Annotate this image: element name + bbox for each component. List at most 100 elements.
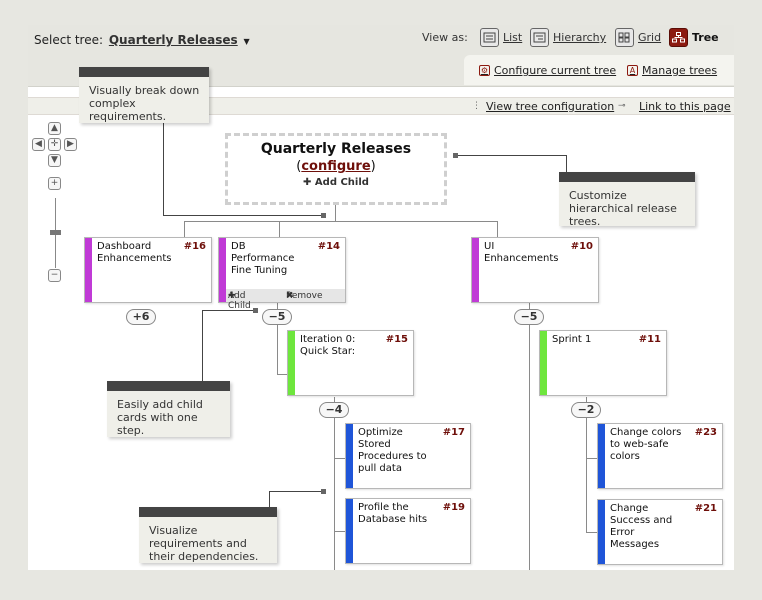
card-number: #19 xyxy=(442,502,465,513)
link-to-page[interactable]: Link to this page xyxy=(639,100,731,113)
manage-trees-link[interactable]: A Manage trees xyxy=(627,64,717,77)
callout-pointer xyxy=(163,123,164,215)
collapse-toggle-11[interactable]: −2 xyxy=(571,402,601,418)
zoom-in-button[interactable]: + xyxy=(48,177,61,190)
card-23[interactable]: Change colors to web-safe colors #23 xyxy=(597,423,723,489)
collapse-toggle-10[interactable]: −5 xyxy=(514,309,544,325)
tree-dropdown[interactable]: Quarterly Releases xyxy=(109,33,238,47)
card-14[interactable]: DB Performance Fine Tuning #14 ✚ Add Chil… xyxy=(218,237,346,311)
card-number: #14 xyxy=(317,241,340,252)
card-19[interactable]: Profile the Database hits #19 xyxy=(345,498,471,564)
view-grid-label: Grid xyxy=(638,31,662,44)
hierarchy-icon xyxy=(530,28,549,47)
view-list-option[interactable]: List xyxy=(480,28,522,47)
card-stripe xyxy=(598,500,605,564)
root-title: Quarterly Releases xyxy=(260,141,412,157)
root-node[interactable]: Quarterly Releases (configure) ✚ Add Chi… xyxy=(225,133,447,205)
configure-link[interactable]: configure xyxy=(301,159,370,174)
card-title: Dashboard Enhancements xyxy=(97,241,172,264)
card-stripe xyxy=(540,331,547,395)
view-grid-option[interactable]: Grid xyxy=(615,28,661,47)
callout-pin xyxy=(253,308,258,313)
callout-pointer xyxy=(269,491,322,492)
card-number: #11 xyxy=(638,334,661,345)
select-tree-label: Select tree: xyxy=(34,33,104,47)
card-17[interactable]: Optimize Stored Procedures to pull data … xyxy=(345,423,471,489)
pan-left-button[interactable]: ◀ xyxy=(32,138,45,151)
card-title: Change colors to web-safe colors xyxy=(610,427,682,462)
connector-line xyxy=(497,221,498,237)
connector-line xyxy=(335,205,336,221)
card-stripe xyxy=(346,499,353,563)
card-16[interactable]: Dashboard Enhancements #16 xyxy=(84,237,212,303)
card-number: #21 xyxy=(694,503,717,514)
card-title: Change Success and Error Messages xyxy=(610,503,673,550)
connector-line xyxy=(184,221,497,222)
tree-manage-icon: A xyxy=(627,65,638,76)
root-add-child-button[interactable]: ✚ Add Child xyxy=(228,177,444,188)
gear-icon: ⚙ xyxy=(479,65,490,76)
pan-center-button[interactable]: ✛ xyxy=(48,138,61,151)
connector-line xyxy=(334,397,335,570)
card-stripe xyxy=(346,424,353,488)
card-stripe xyxy=(219,238,226,302)
select-tree[interactable]: Select tree: Quarterly Releases ▼ xyxy=(34,33,250,47)
list-icon xyxy=(480,28,499,47)
collapse-toggle-15[interactable]: −4 xyxy=(319,402,349,418)
card-stripe xyxy=(598,424,605,488)
connector-line xyxy=(586,458,597,459)
grid-icon xyxy=(615,28,634,47)
card-number: #23 xyxy=(694,427,717,438)
view-tree-option[interactable]: Tree xyxy=(669,28,719,47)
connector-line xyxy=(334,531,345,532)
callout-visualize: Visualize requirements and their depende… xyxy=(139,507,277,563)
card-number: #17 xyxy=(442,427,465,438)
view-list-label: List xyxy=(503,31,523,44)
card-number: #15 xyxy=(385,334,408,345)
callout-add-child: Easily add child cards with one step. xyxy=(107,381,230,437)
zoom-out-button[interactable]: − xyxy=(48,269,61,282)
pan-right-button[interactable]: ▶ xyxy=(64,138,77,151)
callout-pin xyxy=(453,153,458,158)
tree-icon xyxy=(669,28,688,47)
connector-line xyxy=(184,221,185,237)
callout-customize: Customize hierarchical release trees. xyxy=(559,172,695,228)
card-title: Iteration 0: Quick Star: xyxy=(300,334,356,357)
connector-line xyxy=(529,303,530,570)
callout-pointer xyxy=(269,491,270,507)
plus-icon: ✚ xyxy=(303,177,312,188)
card-title: Sprint 1 xyxy=(552,334,592,345)
zoom-slider-thumb[interactable] xyxy=(50,230,61,235)
view-tree-label: Tree xyxy=(692,31,719,44)
view-tree-configuration-link[interactable]: View tree configuration xyxy=(486,100,614,113)
callout-pin xyxy=(321,213,326,218)
root-configure: (configure) xyxy=(296,159,376,174)
tree-view-frame: Select tree: Quarterly Releases ▼ View a… xyxy=(28,25,734,570)
card-stripe xyxy=(288,331,295,395)
card-stripe xyxy=(85,238,92,302)
connector-line xyxy=(279,221,280,237)
callout-pointer xyxy=(202,310,254,311)
callout-pin xyxy=(321,489,326,494)
card-title: UI Enhancements xyxy=(484,241,559,264)
connector-line xyxy=(586,532,597,533)
expand-toggle-16[interactable]: +6 xyxy=(126,309,156,325)
card-title: DB Performance Fine Tuning xyxy=(231,241,295,276)
pan-down-button[interactable]: ▼ xyxy=(48,154,61,167)
pan-up-button[interactable]: ▲ xyxy=(48,122,61,135)
card-11[interactable]: Sprint 1 #11 xyxy=(539,330,667,396)
card-10[interactable]: UI Enhancements #10 xyxy=(471,237,599,303)
callout-pointer xyxy=(202,310,203,382)
callout-pointer xyxy=(566,155,567,173)
card-actions: ✚ Add Child ✖ Remove xyxy=(226,289,345,311)
card-15[interactable]: Iteration 0: Quick Star: #15 xyxy=(287,330,414,396)
chevron-down-icon[interactable]: ▼ xyxy=(244,37,250,46)
card-title: Optimize Stored Procedures to pull data xyxy=(358,427,427,474)
view-hierarchy-option[interactable]: Hierarchy xyxy=(530,28,606,47)
callout-pointer xyxy=(456,155,566,156)
card-21[interactable]: Change Success and Error Messages #21 xyxy=(597,499,723,565)
connector-line xyxy=(334,458,345,459)
collapse-toggle-14[interactable]: −5 xyxy=(262,309,292,325)
card-number: #10 xyxy=(570,241,593,252)
configure-tree-link[interactable]: ⚙ Configure current tree xyxy=(479,64,616,77)
